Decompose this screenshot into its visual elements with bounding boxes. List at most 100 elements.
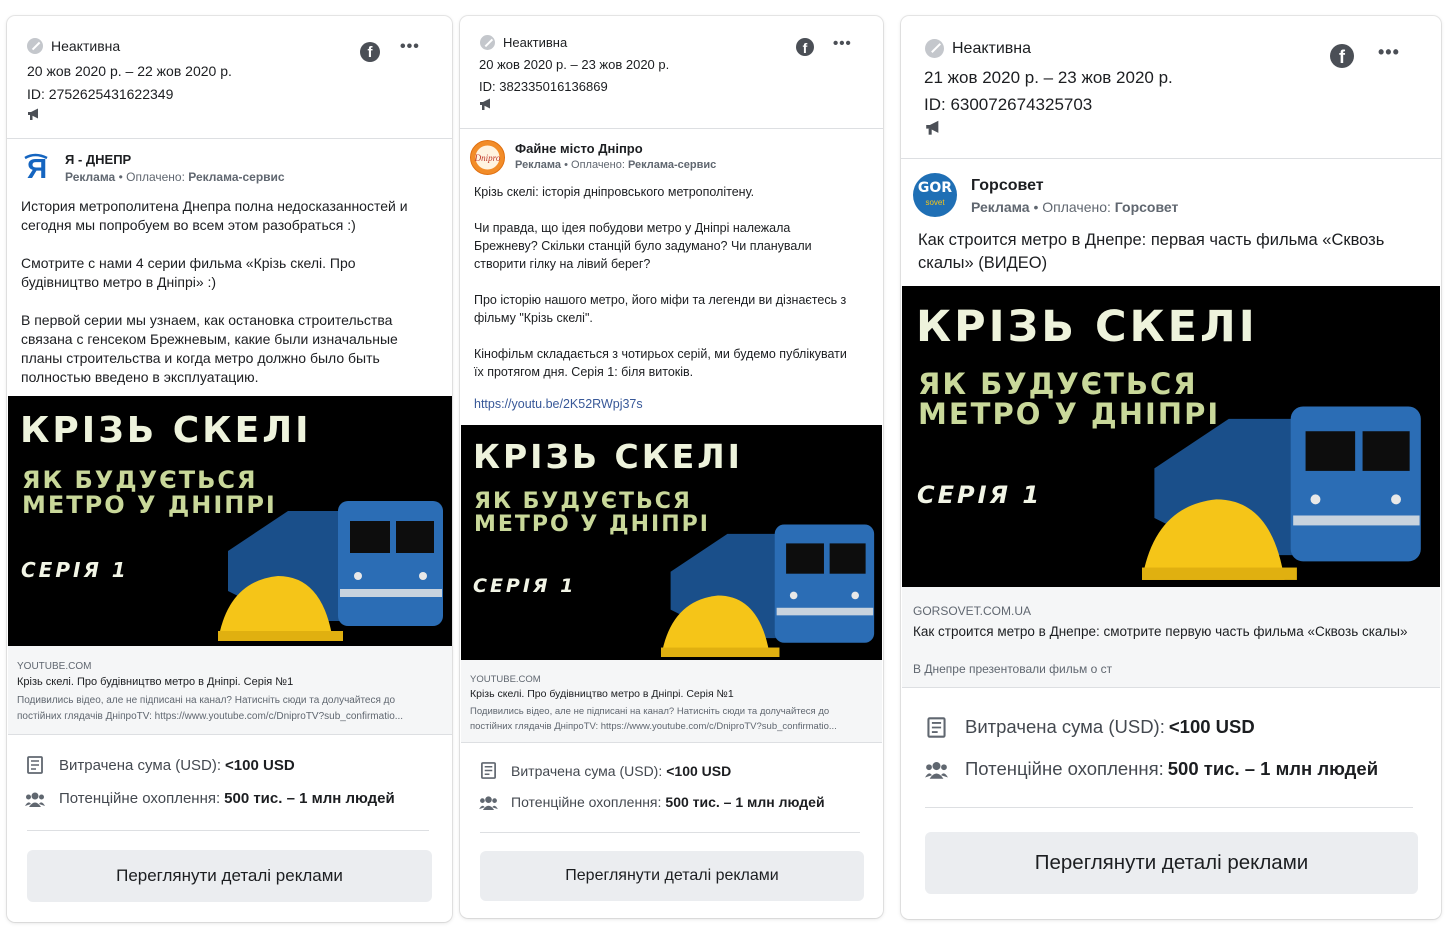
- page-name[interactable]: Файне місто Дніпро: [515, 141, 716, 156]
- sponsored-label: Реклама: [65, 170, 116, 184]
- megaphone-icon: [28, 108, 38, 120]
- avatar-subtext: sovet: [925, 198, 945, 207]
- inactive-status-icon: [480, 35, 495, 50]
- divider: [925, 807, 1413, 808]
- spend-row: Витрачена сума (USD): <100 USD: [25, 756, 295, 774]
- link-preview[interactable]: YOUTUBE.COM Крізь скелі. Про будівництво…: [461, 660, 882, 743]
- sponsored-line: Реклама • Оплачено: Горсовет: [971, 199, 1178, 215]
- creative-series: СЕРІЯ 1: [21, 558, 129, 582]
- facebook-icon[interactable]: f: [796, 38, 814, 56]
- ad-creative-image[interactable]: КРІЗЬ СКЕЛІ ЯК БУДУЄТЬСЯ МЕТРО У ДНІПРІ …: [8, 396, 452, 646]
- ya-dnepr-logo: Я: [24, 153, 48, 184]
- page-info: Я Я - ДНЕПР Реклама • Оплачено: Реклама-…: [21, 150, 285, 184]
- facebook-icon[interactable]: f: [1330, 44, 1354, 68]
- megaphone-icon: [480, 98, 490, 110]
- people-icon: [25, 792, 45, 807]
- body-link[interactable]: https://youtu.be/2K52RWpj37s: [474, 397, 643, 411]
- ad-creative-image[interactable]: КРІЗЬ СКЕЛІ ЯК БУДУЄТЬСЯ МЕТРО У ДНІПРІ …: [461, 425, 882, 660]
- receipt-icon: [27, 756, 43, 774]
- facebook-icon[interactable]: f: [360, 42, 380, 62]
- paid-prefix: • Оплачено:: [1033, 199, 1111, 215]
- reach-value: 500 тис. – 1 млн людей: [224, 790, 395, 807]
- link-title: Как строится метро в Днепре: смотрите пе…: [913, 624, 1408, 639]
- spend-label: Витрачена сума (USD):: [511, 762, 663, 779]
- ad-body-text: Крізь скелі: історія дніпровського метро…: [474, 185, 847, 379]
- metro-train-illustration: [218, 501, 443, 641]
- receipt-icon: [481, 762, 496, 779]
- reach-value: 500 тис. – 1 млн людей: [665, 794, 825, 810]
- spend-value: <100 USD: [225, 756, 295, 774]
- link-description: В Днепре презентовали фильм о ст: [913, 662, 1113, 676]
- link-preview[interactable]: GORSOVET.COM.UA Как строится метро в Дне…: [902, 587, 1440, 688]
- paid-by: Горсовет: [1114, 199, 1179, 215]
- creative-series: СЕРІЯ 1: [917, 481, 1043, 509]
- reach-label: Потенційне охоплення:: [965, 758, 1164, 779]
- people-icon: [925, 761, 948, 779]
- page-avatar[interactable]: Dnipro: [470, 140, 505, 175]
- sponsored-line: Реклама • Оплачено: Реклама-сервис: [515, 159, 716, 171]
- metro-train-illustration: [661, 524, 875, 657]
- more-options-icon[interactable]: •••: [833, 35, 852, 52]
- paid-prefix: • Оплачено:: [564, 159, 625, 171]
- view-ad-details-button[interactable]: Переглянути деталі реклами: [925, 832, 1418, 894]
- page-avatar[interactable]: GOR sovet: [913, 173, 957, 217]
- status-label: Неактивна: [952, 39, 1032, 57]
- ad-card-header: Неактивна 21 жов 2020 р. – 23 жов 2020 р…: [901, 16, 1441, 159]
- inactive-status-icon: [925, 39, 944, 58]
- link-domain: GORSOVET.COM.UA: [913, 604, 1032, 618]
- inactive-status-icon: [27, 38, 43, 54]
- creative-title: КРІЗЬ СКЕЛІ: [916, 302, 1258, 352]
- ad-body-text: История метрополитена Днепра полна недос…: [21, 198, 408, 385]
- link-description: Подивились відео, але не підписані на ка…: [470, 706, 837, 732]
- people-icon: [479, 795, 498, 810]
- faine-misto-logo: Dnipro: [474, 145, 501, 170]
- page-info: Dnipro Файне місто Дніпро Реклама • Опла…: [470, 140, 716, 175]
- reach-value: 500 тис. – 1 млн людей: [1167, 758, 1379, 779]
- divider: [480, 832, 860, 833]
- ad-card-header: Неактивна 20 жов 2020 р. – 22 жов 2020 р…: [7, 16, 452, 139]
- reach-row: Потенційне охоплення: 500 тис. – 1 млн л…: [925, 758, 1378, 780]
- spend-label: Витрачена сума (USD):: [965, 716, 1165, 737]
- ad-card-2: Неактивна 20 жов 2020 р. – 23 жов 2020 р…: [460, 16, 883, 918]
- megaphone-icon: [926, 120, 939, 135]
- reach-row: Потенційне охоплення: 500 тис. – 1 млн л…: [25, 790, 395, 807]
- avatar-text: GOR: [917, 180, 953, 196]
- divider: [27, 830, 429, 831]
- ad-creative-image[interactable]: КРІЗЬ СКЕЛІ ЯК БУДУЄТЬСЯ МЕТРО У ДНІПРІ …: [902, 286, 1440, 587]
- metro-train-illustration: [1142, 406, 1421, 580]
- link-domain: YOUTUBE.COM: [470, 674, 541, 685]
- spend-row: Витрачена сума (USD): <100 USD: [925, 716, 1255, 738]
- link-description: Подивились відео, але не підписані на ка…: [17, 695, 404, 722]
- ad-dates: 20 жов 2020 р. – 22 жов 2020 р.: [27, 63, 232, 79]
- ad-dates: 21 жов 2020 р. – 23 жов 2020 р.: [924, 68, 1173, 87]
- page-name[interactable]: Я - ДНЕПР: [65, 152, 285, 167]
- reach-label: Потенційне охоплення:: [511, 794, 662, 810]
- status-label: Неактивна: [503, 35, 568, 50]
- more-options-icon[interactable]: •••: [400, 38, 420, 56]
- page-info: GOR sovet Горсовет Реклама • Оплачено: Г…: [913, 173, 1178, 217]
- page-avatar[interactable]: Я: [21, 150, 55, 184]
- status-row: Неактивна: [480, 35, 567, 50]
- paid-by: Реклама-сервис: [188, 170, 285, 184]
- page-name[interactable]: Горсовет: [971, 177, 1178, 195]
- sponsored-label: Реклама: [515, 159, 562, 171]
- view-ad-details-button[interactable]: Переглянути деталі реклами: [27, 850, 432, 902]
- more-options-icon[interactable]: •••: [1378, 42, 1400, 63]
- spend-label: Витрачена сума (USD):: [59, 756, 222, 774]
- creative-title: КРІЗЬ СКЕЛІ: [473, 437, 743, 476]
- ad-card-header: Неактивна 20 жов 2020 р. – 23 жов 2020 р…: [460, 16, 883, 129]
- ad-card-3: Неактивна 21 жов 2020 р. – 23 жов 2020 р…: [901, 16, 1441, 919]
- sponsored-line: Реклама • Оплачено: Реклама-сервис: [65, 170, 285, 184]
- ad-body-text: Как строится метро в Днепре: первая част…: [918, 231, 1385, 272]
- view-ad-details-button[interactable]: Переглянути деталі реклами: [480, 851, 864, 901]
- receipt-icon: [927, 716, 946, 738]
- paid-prefix: • Оплачено:: [118, 170, 185, 184]
- sponsored-label: Реклама: [971, 199, 1030, 215]
- reach-label: Потенційне охоплення:: [59, 790, 221, 807]
- spend-row: Витрачена сума (USD): <100 USD: [479, 762, 731, 779]
- link-preview[interactable]: YOUTUBE.COM Крізь скелі. Про будівництво…: [8, 646, 452, 735]
- link-title: Крізь скелі. Про будівництво метро в Дні…: [17, 676, 294, 688]
- ad-card-1: Неактивна 20 жов 2020 р. – 22 жов 2020 р…: [7, 16, 452, 922]
- link-title: Крізь скелі. Про будівництво метро в Дні…: [470, 688, 734, 700]
- ad-id: ID: 630072674325703: [924, 95, 1093, 114]
